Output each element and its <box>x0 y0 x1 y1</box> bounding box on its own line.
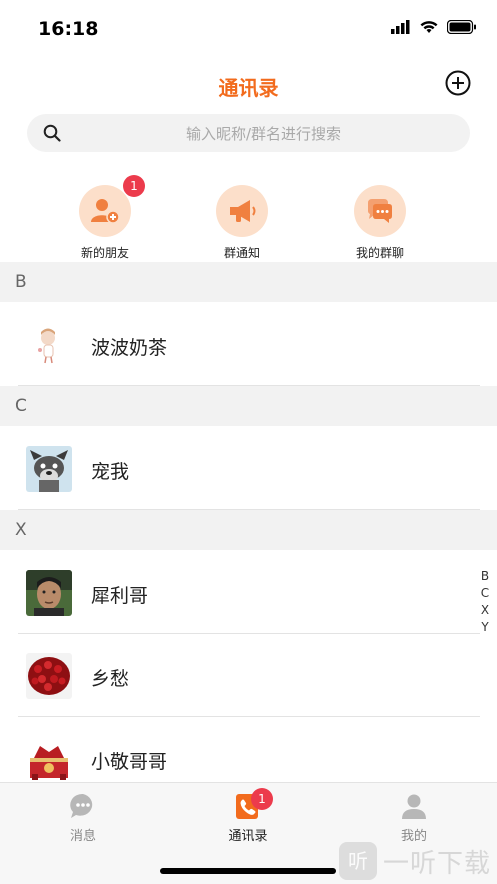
home-indicator <box>160 868 336 874</box>
add-circle-icon[interactable] <box>445 70 471 96</box>
avatar <box>26 736 72 782</box>
tab-contacts-icon-wrap: 1 <box>233 788 273 821</box>
tab-profile-icon-wrap <box>399 791 429 821</box>
contact-name: 宠我 <box>91 461 130 483</box>
alphabet-index[interactable]: B C X Y <box>478 568 492 636</box>
status-time: 16:18 <box>38 18 99 40</box>
search-bar[interactable] <box>27 114 470 154</box>
add-friend-icon <box>91 199 120 224</box>
profile-icon <box>402 794 426 819</box>
avatar <box>26 322 72 368</box>
index-letter-x[interactable]: X <box>478 602 492 619</box>
quick-actions: 1 新的朋友 群通知 我的群聊 <box>0 175 497 261</box>
megaphone-icon <box>230 200 256 222</box>
tab-contacts[interactable]: 1 通讯录 <box>188 788 308 844</box>
contact-row[interactable]: 乡愁 <box>0 634 480 717</box>
page-title: 通讯录 <box>218 76 279 100</box>
contact-name: 小敬哥哥 <box>91 751 168 773</box>
wifi-icon <box>420 21 438 33</box>
contact-name: 犀利哥 <box>91 585 149 607</box>
watermark-text: 一听下载 <box>382 848 491 879</box>
status-icons <box>391 20 477 34</box>
tab-messages[interactable]: 消息 <box>23 791 143 844</box>
watermark: 听 一听下载 <box>338 842 491 880</box>
section-header-c: C <box>0 386 497 426</box>
contact-row[interactable]: 宠我 <box>0 427 480 510</box>
tab-contacts-badge: 1 <box>251 788 273 810</box>
group-chat-icon <box>368 199 392 223</box>
new-friends-entry[interactable]: 1 新的朋友 <box>50 175 160 261</box>
my-groups-circle <box>354 185 406 237</box>
contact-name: 乡愁 <box>91 668 130 690</box>
new-friends-circle: 1 <box>79 175 145 237</box>
group-notice-label: 群通知 <box>223 246 260 260</box>
nav-header: 通讯录 <box>0 62 497 108</box>
contact-row[interactable]: 波波奶茶 <box>0 303 480 386</box>
index-letter-y[interactable]: Y <box>478 619 492 636</box>
tab-messages-icon-wrap <box>68 791 98 821</box>
search-input[interactable] <box>77 114 450 154</box>
new-friends-badge: 1 <box>123 175 145 197</box>
tab-messages-label: 消息 <box>69 829 96 844</box>
watermark-logo: 听 <box>338 842 377 880</box>
section-header-b: B <box>0 262 497 302</box>
avatar <box>26 653 72 699</box>
avatar <box>26 570 72 616</box>
avatar <box>26 446 72 492</box>
contact-row[interactable]: 犀利哥 <box>0 551 480 634</box>
section-header-x: X <box>0 510 497 550</box>
tab-profile[interactable]: 我的 <box>354 791 474 844</box>
index-letter-c[interactable]: C <box>478 585 492 602</box>
battery-icon <box>447 20 476 34</box>
section-letter: C <box>15 396 27 416</box>
section-letter: X <box>15 520 27 540</box>
search-icon <box>43 124 61 142</box>
status-bar: 16:18 <box>0 0 497 56</box>
section-letter: B <box>15 272 27 292</box>
cellular-signal-icon <box>391 20 410 34</box>
group-notice-entry[interactable]: 群通知 <box>187 185 297 261</box>
new-friends-label: 新的朋友 <box>80 246 129 260</box>
my-groups-label: 我的群聊 <box>355 246 404 260</box>
group-notice-circle <box>216 185 268 237</box>
contact-name: 波波奶茶 <box>91 337 168 359</box>
my-groups-entry[interactable]: 我的群聊 <box>325 185 435 261</box>
message-icon <box>70 793 93 818</box>
tab-contacts-label: 通讯录 <box>228 829 268 844</box>
index-letter-b[interactable]: B <box>478 568 492 585</box>
